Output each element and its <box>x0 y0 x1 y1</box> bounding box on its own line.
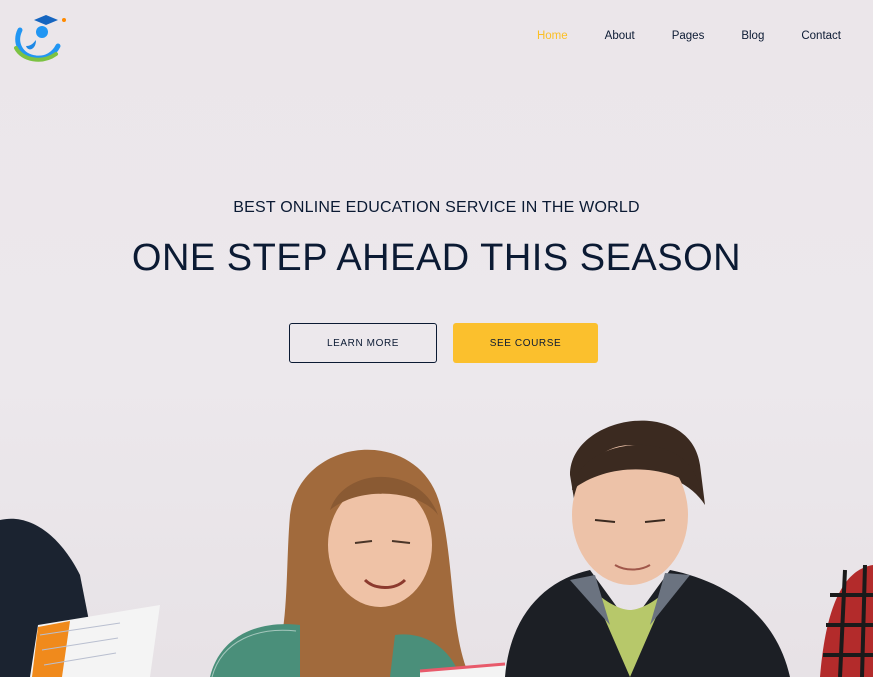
hero-title: ONE STEP AHEAD THIS SEASON <box>131 237 742 279</box>
see-course-button[interactable]: SEE COURSE <box>453 323 598 363</box>
nav-blog[interactable]: Blog <box>741 30 764 42</box>
nav-home[interactable]: Home <box>537 30 568 42</box>
graduate-logo-icon[interactable] <box>12 12 68 64</box>
students-photo <box>0 420 873 677</box>
main-nav: Home About Pages Blog Contact <box>500 30 841 42</box>
learn-more-button[interactable]: LEARN MORE <box>289 323 437 363</box>
nav-about[interactable]: About <box>605 30 635 42</box>
nav-contact[interactable]: Contact <box>801 30 841 42</box>
hero-subtitle: BEST ONLINE EDUCATION SERVICE IN THE WOR… <box>233 199 640 216</box>
nav-pages[interactable]: Pages <box>672 30 705 42</box>
hero-section: Home About Pages Blog Contact BEST ONLIN… <box>0 0 873 677</box>
